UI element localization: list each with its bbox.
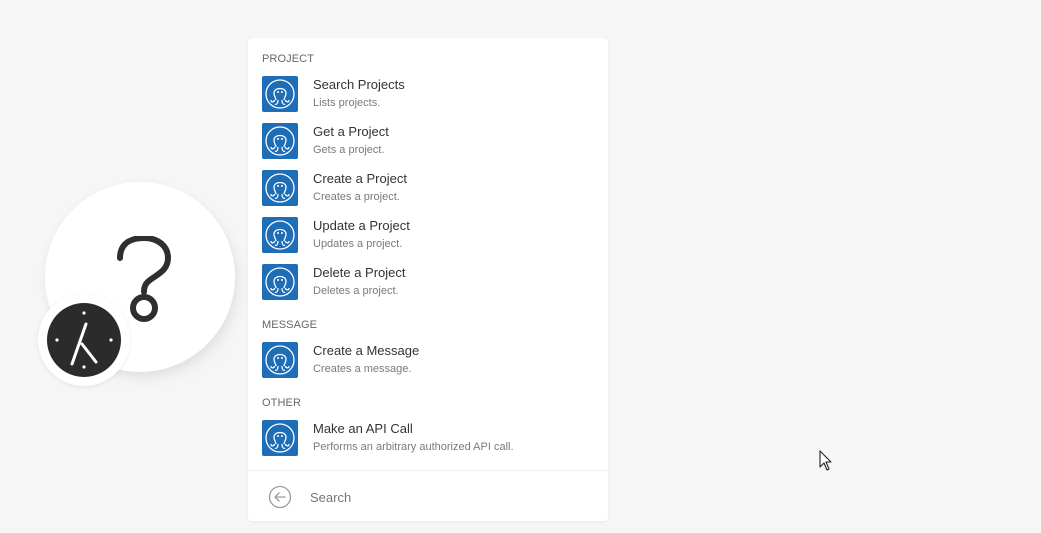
action-description: Creates a project.	[313, 191, 400, 203]
section-header-other: OTHER	[262, 397, 301, 409]
octopus-icon	[262, 342, 298, 378]
clock-icon	[47, 303, 121, 377]
octopus-icon	[262, 217, 298, 253]
mouse-cursor-icon	[819, 450, 832, 471]
action-item-search-projects[interactable]: Search Projects Lists projects.	[248, 74, 608, 118]
action-picker-panel: PROJECT Search Projects Lists projects. …	[248, 38, 608, 521]
action-description: Performs an arbitrary authorized API cal…	[313, 441, 514, 453]
search-input[interactable]	[310, 487, 570, 507]
octopus-icon	[262, 420, 298, 456]
action-item-update-project[interactable]: Update a Project Updates a project.	[248, 215, 608, 259]
action-description: Gets a project.	[313, 144, 385, 156]
action-title: Create a Message	[313, 343, 420, 358]
back-arrow-icon[interactable]	[268, 485, 292, 509]
action-description: Lists projects.	[313, 97, 381, 109]
action-title: Get a Project	[313, 124, 389, 139]
section-header-message: MESSAGE	[262, 319, 318, 331]
action-description: Deletes a project.	[313, 285, 399, 297]
action-title: Create a Project	[313, 171, 407, 186]
octopus-icon	[262, 170, 298, 206]
octopus-icon	[262, 264, 298, 300]
octopus-icon	[262, 123, 298, 159]
action-item-make-api-call[interactable]: Make an API Call Performs an arbitrary a…	[248, 418, 608, 462]
action-description: Creates a message.	[313, 363, 412, 375]
footer-divider	[248, 470, 608, 471]
octopus-icon	[262, 76, 298, 112]
action-item-delete-project[interactable]: Delete a Project Deletes a project.	[248, 262, 608, 306]
action-item-create-project[interactable]: Create a Project Creates a project.	[248, 168, 608, 212]
action-item-create-message[interactable]: Create a Message Creates a message.	[248, 340, 608, 384]
action-title: Delete a Project	[313, 265, 406, 280]
action-title: Update a Project	[313, 218, 410, 233]
action-title: Make an API Call	[313, 421, 413, 436]
action-item-get-project[interactable]: Get a Project Gets a project.	[248, 121, 608, 165]
action-title: Search Projects	[313, 77, 405, 92]
section-header-project: PROJECT	[262, 53, 315, 65]
action-description: Updates a project.	[313, 238, 403, 250]
